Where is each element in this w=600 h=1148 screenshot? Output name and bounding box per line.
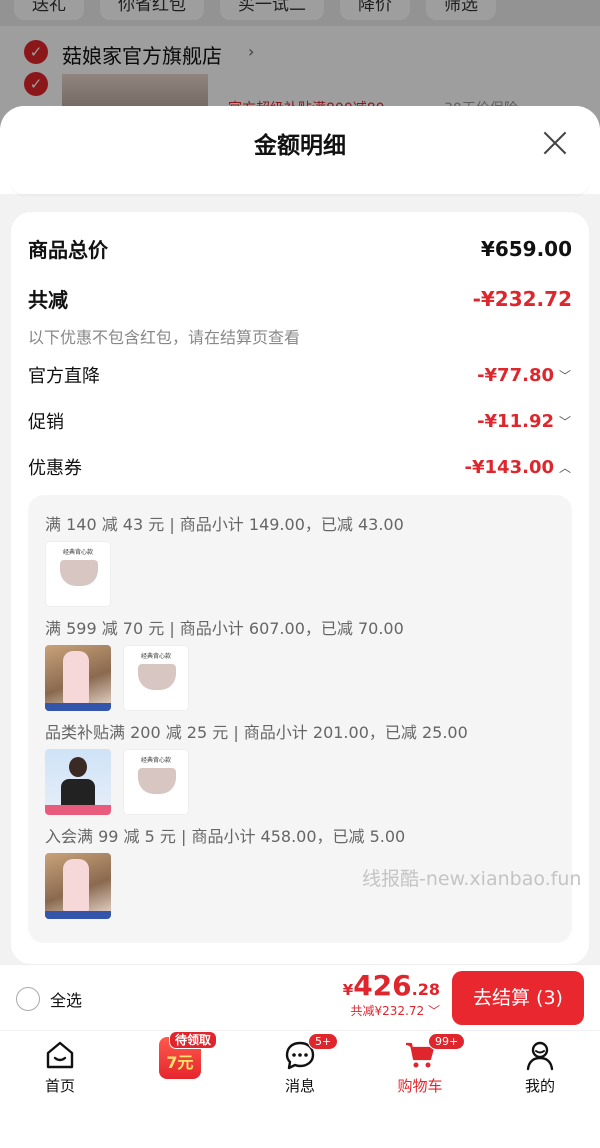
thumb-caption: 经典背心款 [62,549,93,556]
discount-item-label: 官方直降 [28,366,100,387]
promo-text: 7元 [166,1053,194,1072]
thumb-caption: 经典背心款 [140,757,171,764]
price-summary[interactable]: ¥426.28 共减¥232.72 ﹀ [343,969,440,1019]
message-badge: 5+ [308,1033,339,1050]
tab-label: 消息 [284,1077,315,1095]
model-head [69,757,87,777]
coupon-rule: 满 140 减 43 元 | 商品小计 149.00，已减 43.00 [45,515,404,534]
tab-messages[interactable]: 5+ 消息 [250,1033,350,1096]
price-decimal: .28 [411,980,440,999]
total-label: 商品总价 [28,238,108,262]
product-thumbnail-bra[interactable]: 经典背心款 [123,645,189,711]
discount-summary-text: 共减¥232.72 [350,1004,425,1018]
coupon-rule: 入会满 99 减 5 元 | 商品小计 458.00，已减 5.00 [45,827,406,846]
bra-image [138,768,176,794]
discount-item-label: 促销 [28,412,64,433]
message-icon: 5+ [284,1033,339,1071]
discount-item-amount: -¥11.92 [477,410,554,432]
discount-item-promotion[interactable]: 促销 -¥11.92 ﹀ [28,408,572,434]
discount-item-amount: -¥77.80 [477,364,554,386]
product-tag [45,911,111,919]
pajamas-image [63,859,89,913]
watermark: 线报酷-new.xianbao.fun [362,868,582,890]
discount-item-coupon[interactable]: 优惠券 -¥143.00 ﹀ [28,454,572,480]
chevron-down-icon: ﹀ [558,414,571,429]
close-icon[interactable] [540,128,570,158]
coupon-products: 经典背心款 [45,541,111,607]
select-all-label: 全选 [50,991,83,1010]
coupon-rule: 品类补贴满 200 减 25 元 | 商品小计 201.00，已减 25.00 [45,723,468,742]
checkout-button[interactable]: 去结算 (3) [452,971,584,1025]
price-integer: 426 [353,969,412,1002]
discount-note: 以下优惠不包含红包，请在结算页查看 [28,328,301,347]
select-all-toggle[interactable]: 全选 [16,987,82,1011]
total-row: 商品总价 ¥659.00 [28,234,572,263]
discount-item-label: 优惠券 [28,458,82,479]
coupon-rule: 满 599 减 70 元 | 商品小计 607.00，已减 70.00 [45,619,404,638]
promo-badge: 待领取 [169,1031,218,1049]
product-thumbnail-pajamas[interactable] [45,853,111,919]
discount-item-official[interactable]: 官方直降 -¥77.80 ﹀ [28,362,572,388]
cart-badge: 99+ [428,1033,466,1050]
bottom-tab-bar: 首页 待领取 7元 5+ 消息 99+ 购物车 我的 [0,1030,600,1148]
coupon-products [45,853,111,919]
price-currency: ¥ [342,981,354,999]
tab-label: 首页 [44,1077,75,1095]
tab-promo[interactable]: 待领取 7元 [130,1031,230,1079]
home-indicator [0,1136,600,1148]
sheet-title: 金额明细 [254,133,346,159]
bra-image [60,560,98,586]
tab-label: 我的 [524,1077,555,1095]
discount-row: 共减 -¥232.72 [28,284,572,313]
home-icon [44,1039,76,1071]
tab-home[interactable]: 首页 [10,1039,110,1096]
discount-item-value: -¥11.92 ﹀ [477,411,572,432]
promo-icon: 待领取 7元 [159,1031,218,1079]
amount-detail-sheet: 金额明细 商品总价 ¥659.00 共减 -¥232.72 以下优惠不包含红包，… [0,106,600,964]
coupon-products: 经典背心款 [45,749,189,815]
chevron-up-icon: ﹀ [559,459,572,474]
discount-value: -¥232.72 [472,286,572,311]
discount-item-value: -¥143.00 ﹀ [465,457,572,478]
final-price: ¥426.28 [343,969,440,1002]
chevron-down-icon: ﹀ [427,1004,440,1018]
product-thumbnail-bra[interactable]: 经典背心款 [45,541,111,607]
amount-card: 商品总价 ¥659.00 共减 -¥232.72 以下优惠不包含红包，请在结算页… [11,212,589,964]
discount-item-value: -¥77.80 ﹀ [477,365,572,386]
sheet-divider [10,176,590,194]
discount-label: 共减 [28,288,68,312]
pajamas-image [63,651,89,705]
discount-item-amount: -¥143.00 [464,456,554,478]
model-torso [61,779,95,807]
product-tag [45,805,111,815]
product-thumbnail-model[interactable] [45,749,111,815]
profile-icon [524,1039,556,1071]
product-thumbnail-pajamas[interactable] [45,645,111,711]
product-tag [45,703,111,711]
select-all-radio[interactable] [16,987,40,1011]
bra-image [138,664,176,690]
checkout-bar: 全选 ¥426.28 共减¥232.72 ﹀ 去结算 (3) [0,964,600,1030]
chevron-down-icon: ﹀ [558,368,571,383]
thumb-caption: 经典背心款 [140,653,171,660]
total-value: ¥659.00 [480,236,572,261]
cart-icon: 99+ [404,1033,466,1071]
product-thumbnail-bra[interactable]: 经典背心款 [123,749,189,815]
tab-label: 购物车 [397,1077,443,1095]
tab-profile[interactable]: 我的 [490,1039,590,1096]
discount-summary: 共减¥232.72 ﹀ [343,1002,440,1019]
coupon-products: 经典背心款 [45,645,189,711]
tab-cart[interactable]: 99+ 购物车 [370,1033,470,1096]
